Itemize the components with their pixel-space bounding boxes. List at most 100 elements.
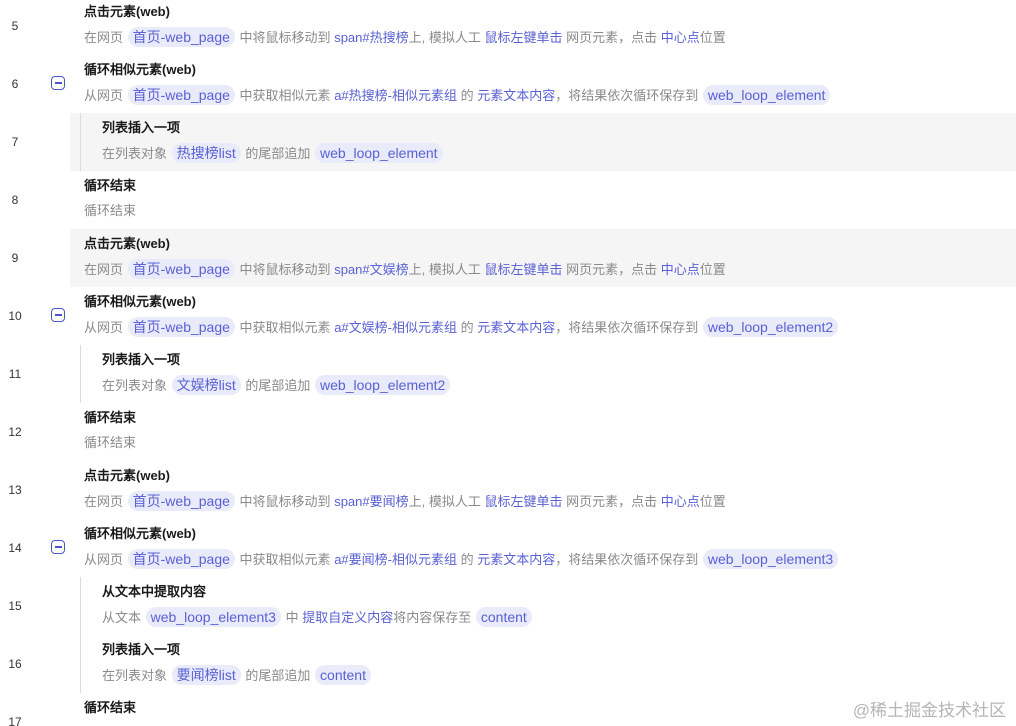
desc-text: 上, 模拟人工 bbox=[408, 262, 481, 277]
desc-text: 循环结束 bbox=[84, 435, 137, 450]
nesting-line bbox=[80, 577, 81, 635]
line-number: 12 bbox=[8, 425, 22, 439]
command-block[interactable]: 列表插入一项 在列表对象 要闻榜list 的尾部追加 content bbox=[102, 641, 372, 685]
desc-text: 从网页 bbox=[84, 320, 124, 335]
variable-chip[interactable]: web_loop_element2 bbox=[315, 375, 451, 395]
option-link[interactable]: 单击 bbox=[536, 262, 562, 277]
option-link[interactable]: 中心点 bbox=[661, 30, 700, 45]
desc-text: 的尾部追加 bbox=[245, 378, 311, 393]
line-number: 14 bbox=[8, 541, 22, 555]
collapse-icon[interactable] bbox=[51, 540, 65, 554]
option-link[interactable]: 单击 bbox=[536, 30, 562, 45]
command-block[interactable]: 循环相似元素(web) 从网页 首页-web_page 中获取相似元素 a#文娱… bbox=[84, 293, 839, 337]
option-link[interactable]: 元素文本内容 bbox=[477, 320, 555, 335]
element-link[interactable]: a#文娱榜-相似元素组 bbox=[334, 320, 457, 335]
variable-chip[interactable]: web_loop_element3 bbox=[145, 607, 281, 627]
command-title: 循环结束 bbox=[84, 178, 137, 193]
command-title: 循环相似元素(web) bbox=[84, 294, 196, 309]
variable-chip[interactable]: 文娱榜list bbox=[171, 375, 241, 395]
flow-editor: 5 点击元素(web) 在网页 首页-web_page 中将鼠标移动到 span… bbox=[0, 0, 1016, 726]
flow-row[interactable]: 12 循环结束 循环结束 bbox=[0, 403, 1016, 461]
command-title: 列表插入一项 bbox=[102, 120, 181, 135]
nesting-line bbox=[80, 345, 81, 403]
desc-text: 的尾部追加 bbox=[245, 668, 311, 683]
command-block[interactable]: 点击元素(web) 在网页 首页-web_page 中将鼠标移动到 span#要… bbox=[84, 467, 726, 511]
flow-row[interactable]: 11 列表插入一项 在列表对象 文娱榜list 的尾部追加 web_loop_e… bbox=[0, 345, 1016, 403]
variable-chip[interactable]: 要闻榜list bbox=[171, 665, 241, 685]
command-description: 在列表对象 文娱榜list 的尾部追加 web_loop_element2 bbox=[102, 375, 451, 395]
flow-row[interactable]: 8 循环结束 循环结束 bbox=[0, 171, 1016, 229]
variable-chip[interactable]: content bbox=[475, 607, 532, 627]
command-description: 循环结束 bbox=[84, 433, 136, 453]
flow-row[interactable]: 15 从文本中提取内容 从文本 web_loop_element3 中 提取自定… bbox=[0, 577, 1016, 635]
variable-chip[interactable]: 热搜榜list bbox=[171, 143, 241, 163]
command-block[interactable]: 点击元素(web) 在网页 首页-web_page 中将鼠标移动到 span#文… bbox=[84, 235, 726, 279]
element-link[interactable]: span#热搜榜 bbox=[334, 30, 408, 45]
option-link[interactable]: 鼠标左键 bbox=[484, 262, 536, 277]
desc-text: 位置 bbox=[699, 262, 726, 277]
desc-text: 在列表对象 bbox=[102, 378, 168, 393]
element-link[interactable]: a#热搜榜-相似元素组 bbox=[334, 88, 457, 103]
command-block[interactable]: 循环相似元素(web) 从网页 首页-web_page 中获取相似元素 a#热搜… bbox=[84, 61, 831, 105]
command-block[interactable]: 循环结束 循环结束 bbox=[84, 409, 136, 453]
option-link[interactable]: 中心点 bbox=[661, 494, 700, 509]
command-block[interactable]: 循环相似元素(web) 从网页 首页-web_page 中获取相似元素 a#要闻… bbox=[84, 525, 839, 569]
command-block[interactable]: 从文本中提取内容 从文本 web_loop_element3 中 提取自定义内容… bbox=[102, 583, 533, 627]
element-link[interactable]: span#要闻榜 bbox=[334, 494, 408, 509]
flow-row[interactable]: 10 循环相似元素(web) 从网页 首页-web_page 中获取相似元素 a… bbox=[0, 287, 1016, 345]
variable-chip[interactable]: content bbox=[315, 665, 371, 685]
desc-text: 网页元素，点击 bbox=[566, 494, 658, 509]
command-block[interactable]: 循环结束 bbox=[84, 699, 136, 717]
option-link[interactable]: 鼠标左键 bbox=[484, 30, 536, 45]
desc-text: 从文本 bbox=[102, 610, 142, 625]
variable-chip[interactable]: web_loop_element3 bbox=[702, 549, 839, 569]
variable-chip[interactable]: 首页-web_page bbox=[127, 549, 235, 569]
flow-row[interactable]: 14 循环相似元素(web) 从网页 首页-web_page 中获取相似元素 a… bbox=[0, 519, 1016, 577]
command-description: 在网页 首页-web_page 中将鼠标移动到 span#热搜榜上, 模拟人工 … bbox=[84, 27, 726, 47]
flow-row[interactable]: 16 列表插入一项 在列表对象 要闻榜list 的尾部追加 content bbox=[0, 635, 1016, 693]
command-title: 循环相似元素(web) bbox=[84, 526, 196, 541]
desc-text: ，将结果依次循环保存到 bbox=[555, 320, 699, 335]
variable-chip[interactable]: 首页-web_page bbox=[127, 317, 235, 337]
line-number: 6 bbox=[11, 77, 19, 91]
variable-chip[interactable]: 首页-web_page bbox=[127, 259, 235, 279]
flow-row[interactable]: 7 列表插入一项 在列表对象 热搜榜list 的尾部追加 web_loop_el… bbox=[0, 113, 1016, 171]
desc-text: 在列表对象 bbox=[102, 146, 168, 161]
option-link[interactable]: 元素文本内容 bbox=[477, 552, 555, 567]
element-link[interactable]: span#文娱榜 bbox=[334, 262, 408, 277]
command-title: 列表插入一项 bbox=[102, 642, 181, 657]
command-block[interactable]: 点击元素(web) 在网页 首页-web_page 中将鼠标移动到 span#热… bbox=[84, 3, 726, 47]
element-link[interactable]: a#要闻榜-相似元素组 bbox=[334, 552, 457, 567]
desc-text: 中将鼠标移动到 bbox=[239, 262, 331, 277]
variable-chip[interactable]: web_loop_element bbox=[702, 85, 831, 105]
flow-row[interactable]: 13 点击元素(web) 在网页 首页-web_page 中将鼠标移动到 spa… bbox=[0, 461, 1016, 519]
command-description: 在网页 首页-web_page 中将鼠标移动到 span#文娱榜上, 模拟人工 … bbox=[84, 259, 726, 279]
collapse-icon[interactable] bbox=[51, 308, 65, 322]
line-number: 10 bbox=[8, 309, 22, 323]
flow-row[interactable]: 6 循环相似元素(web) 从网页 首页-web_page 中获取相似元素 a#… bbox=[0, 55, 1016, 113]
option-link[interactable]: 元素文本内容 bbox=[477, 88, 555, 103]
variable-chip[interactable]: 首页-web_page bbox=[127, 27, 235, 47]
collapse-icon[interactable] bbox=[51, 76, 65, 90]
line-number: 17 bbox=[8, 715, 22, 726]
desc-text: 中 bbox=[285, 610, 299, 625]
command-block[interactable]: 循环结束 循环结束 bbox=[84, 177, 136, 221]
variable-chip[interactable]: 首页-web_page bbox=[127, 491, 235, 511]
option-link[interactable]: 鼠标左键 bbox=[484, 494, 536, 509]
command-block[interactable]: 列表插入一项 在列表对象 热搜榜list 的尾部追加 web_loop_elem… bbox=[102, 119, 444, 163]
desc-text: 在网页 bbox=[84, 262, 124, 277]
variable-chip[interactable]: web_loop_element bbox=[315, 143, 443, 163]
option-link[interactable]: 单击 bbox=[536, 494, 562, 509]
desc-text: 在网页 bbox=[84, 494, 124, 509]
variable-chip[interactable]: web_loop_element2 bbox=[702, 317, 839, 337]
variable-chip[interactable]: 首页-web_page bbox=[127, 85, 235, 105]
line-number: 16 bbox=[8, 657, 22, 671]
option-link[interactable]: 提取自定义内容 bbox=[302, 610, 393, 625]
flow-row[interactable]: 5 点击元素(web) 在网页 首页-web_page 中将鼠标移动到 span… bbox=[0, 0, 1016, 55]
command-block[interactable]: 列表插入一项 在列表对象 文娱榜list 的尾部追加 web_loop_elem… bbox=[102, 351, 451, 395]
command-description: 从网页 首页-web_page 中获取相似元素 a#热搜榜-相似元素组 的 元素… bbox=[84, 85, 831, 105]
option-link[interactable]: 中心点 bbox=[661, 262, 700, 277]
desc-text: 位置 bbox=[699, 30, 726, 45]
flow-row[interactable]: 9 点击元素(web) 在网页 首页-web_page 中将鼠标移动到 span… bbox=[0, 229, 1016, 287]
command-title: 点击元素(web) bbox=[84, 4, 170, 19]
